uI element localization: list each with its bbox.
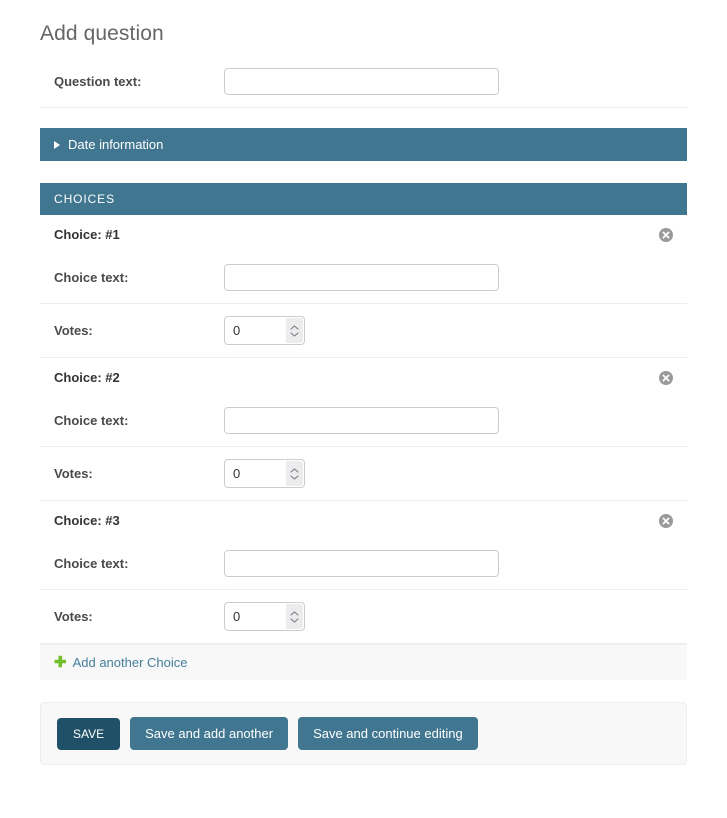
triangle-right-icon — [54, 141, 60, 149]
votes-stepper-2 — [224, 459, 305, 488]
save-and-add-another-button[interactable]: Save and add another — [130, 717, 288, 750]
inline-item-choice-1: Choice: #1 Choice text: Votes: — [40, 215, 687, 358]
delete-circle-icon[interactable] — [659, 371, 673, 385]
choice-text-input-3[interactable] — [224, 550, 499, 577]
inline-title-choice-3: Choice: #3 — [54, 513, 120, 528]
date-information-label: Date information — [68, 137, 163, 152]
choice-text-input-2[interactable] — [224, 407, 499, 434]
inline-title-row: Choice: #3 — [40, 501, 687, 538]
inline-title-row: Choice: #1 — [40, 215, 687, 252]
choice-text-label: Choice text: — [54, 413, 224, 428]
choice-text-label: Choice text: — [54, 270, 224, 285]
inline-title-choice-1: Choice: #1 — [54, 227, 120, 242]
inline-item-choice-2: Choice: #2 Choice text: Votes: — [40, 358, 687, 501]
votes-label: Votes: — [54, 323, 224, 338]
delete-circle-icon[interactable] — [659, 514, 673, 528]
submit-row: SAVE Save and add another Save and conti… — [40, 702, 687, 765]
choice-text-input-1[interactable] — [224, 264, 499, 291]
form-row-votes-1: Votes: — [40, 304, 687, 357]
form-row-choice-text-3: Choice text: — [40, 538, 687, 590]
form-row-votes-3: Votes: — [40, 590, 687, 643]
form-row-votes-2: Votes: — [40, 447, 687, 500]
choices-inline-group: CHOICES Choice: #1 Choice text: Votes: — [40, 183, 687, 680]
spinner-icon[interactable] — [286, 604, 303, 629]
plus-icon: ✚ — [54, 655, 67, 670]
choices-inline-heading: CHOICES — [40, 183, 687, 215]
save-button[interactable]: SAVE — [57, 718, 120, 750]
inline-title-row: Choice: #2 — [40, 358, 687, 395]
delete-circle-icon[interactable] — [659, 228, 673, 242]
votes-stepper-1 — [224, 316, 305, 345]
form-row-choice-text-1: Choice text: — [40, 252, 687, 304]
add-another-choice-row[interactable]: ✚ Add another Choice — [40, 644, 687, 680]
question-text-input[interactable] — [224, 68, 499, 95]
choice-text-label: Choice text: — [54, 556, 224, 571]
add-question-page: Add question Question text: Date informa… — [0, 0, 727, 818]
form-row-choice-text-2: Choice text: — [40, 395, 687, 447]
votes-label: Votes: — [54, 466, 224, 481]
votes-stepper-3 — [224, 602, 305, 631]
spinner-icon[interactable] — [286, 318, 303, 343]
page-title: Add question — [40, 0, 687, 56]
votes-label: Votes: — [54, 609, 224, 624]
question-text-label: Question text: — [54, 74, 224, 89]
spinner-icon[interactable] — [286, 461, 303, 486]
main-fieldset: Question text: — [40, 56, 687, 108]
date-information-header[interactable]: Date information — [40, 128, 687, 161]
inline-title-choice-2: Choice: #2 — [54, 370, 120, 385]
inline-item-choice-3: Choice: #3 Choice text: Votes: — [40, 501, 687, 644]
add-another-choice-link[interactable]: Add another Choice — [73, 655, 188, 670]
form-row-question-text: Question text: — [40, 56, 687, 108]
save-and-continue-button[interactable]: Save and continue editing — [298, 717, 478, 750]
